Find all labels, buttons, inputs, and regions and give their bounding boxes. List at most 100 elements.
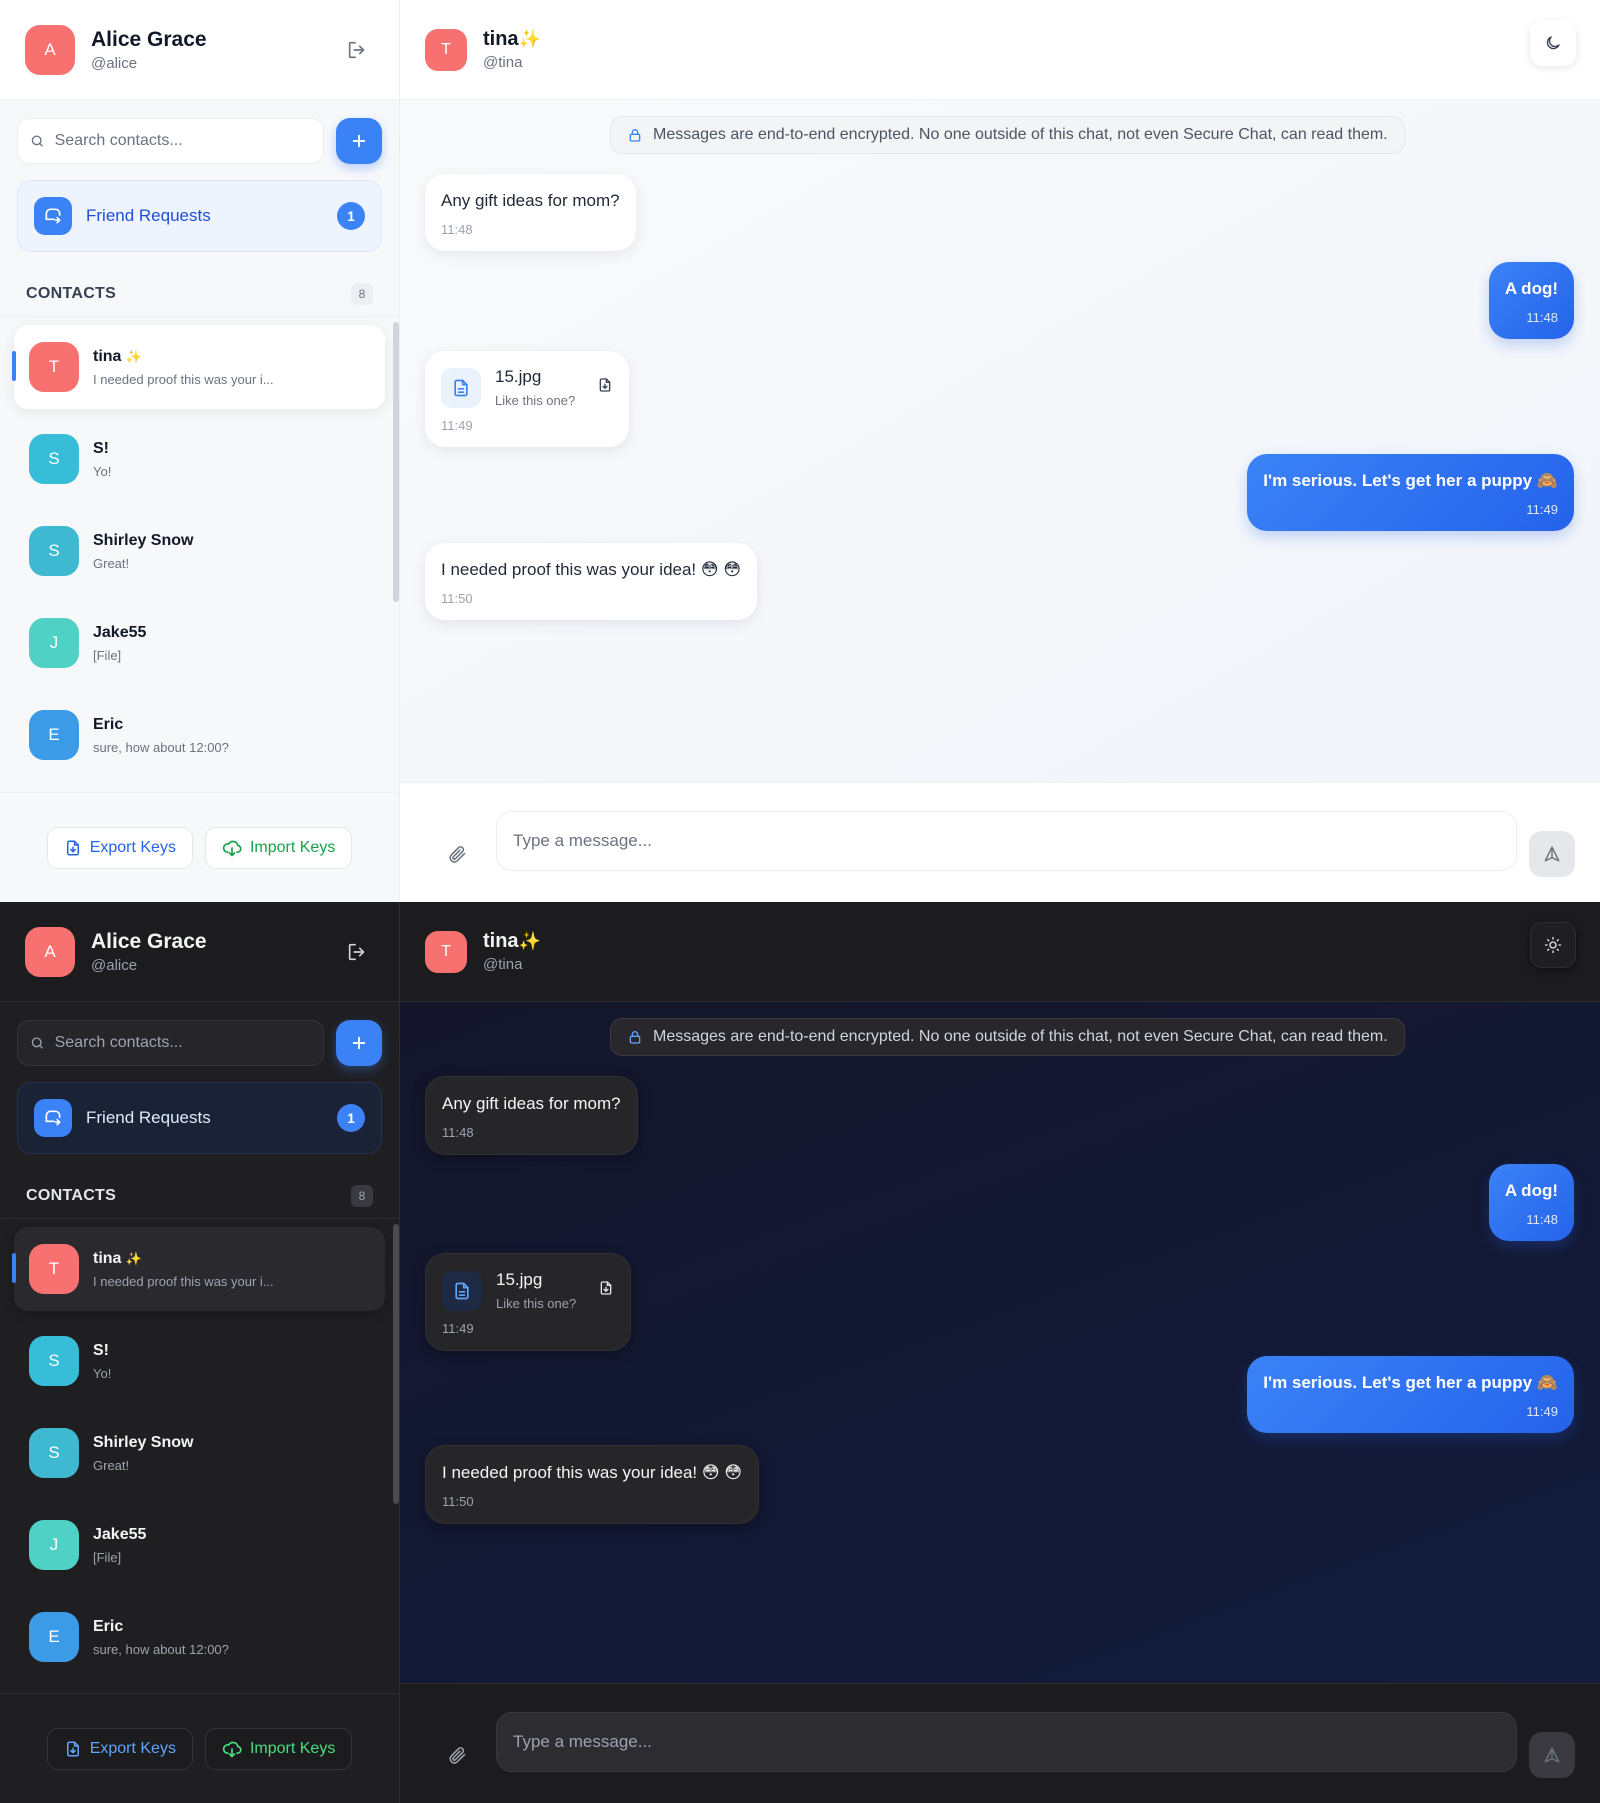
- friend-requests-badge: 1: [337, 1104, 365, 1132]
- contact-item-eric[interactable]: E Eric sure, how about 12:00?: [14, 1595, 385, 1664]
- logout-button[interactable]: [340, 935, 374, 969]
- contacts-header: CONTACTS 8: [0, 1182, 399, 1210]
- friend-requests-icon: [34, 1099, 72, 1137]
- message-bubble[interactable]: Any gift ideas for mom? 11:48: [425, 174, 636, 251]
- send-button[interactable]: [1529, 830, 1575, 877]
- theme-toggle-button[interactable]: [1530, 20, 1576, 66]
- search-input[interactable]: [54, 132, 311, 150]
- contact-preview: Great!: [93, 1457, 130, 1473]
- message-input[interactable]: [496, 1711, 1517, 1772]
- message-text: A dog!: [1504, 1181, 1558, 1200]
- file-name: 15.jpg: [495, 367, 542, 386]
- file-download-icon: [599, 378, 611, 392]
- contact-name: Shirley Snow: [93, 531, 194, 549]
- contact-avatar: S: [29, 526, 79, 576]
- message-bubble[interactable]: A dog! 11:48: [1488, 262, 1574, 339]
- contacts-scrollbar[interactable]: [393, 322, 399, 602]
- user-avatar[interactable]: A: [25, 24, 75, 75]
- message-list[interactable]: Messages are end-to-end encrypted. No on…: [400, 100, 1600, 782]
- contact-item-shirley-snow[interactable]: S Shirley Snow Great!: [14, 1411, 385, 1495]
- friend-requests-label: Friend Requests: [86, 206, 211, 225]
- user-avatar[interactable]: A: [25, 926, 75, 977]
- add-contact-button[interactable]: [336, 118, 382, 164]
- export-keys-button[interactable]: Export Keys: [46, 826, 193, 869]
- composer: [400, 1683, 1600, 1803]
- e2e-notice-text: Messages are end-to-end encrypted. No on…: [653, 1028, 1388, 1045]
- contact-list[interactable]: T tina ✨ I needed proof this was your i..…: [0, 1219, 399, 1664]
- chat-title: tina✨ @tina: [483, 930, 541, 973]
- logout-icon: [348, 943, 365, 960]
- message-bubble[interactable]: I'm serious. Let's get her a puppy 🙈 11:…: [1247, 1356, 1574, 1433]
- message-bubble[interactable]: I'm serious. Let's get her a puppy 🙈 11:…: [1247, 454, 1574, 531]
- message-text: Any gift ideas for mom?: [442, 1094, 621, 1113]
- chat-area: T tina✨ @tina Messages are end-to-end en…: [400, 0, 1600, 902]
- lock-icon: [629, 1031, 641, 1044]
- contact-list[interactable]: T tina ✨ I needed proof this was your i..…: [0, 317, 399, 762]
- friend-requests-button[interactable]: Friend Requests 1: [17, 180, 382, 252]
- contact-item-tina[interactable]: T tina ✨ I needed proof this was your i..…: [12, 325, 385, 409]
- chat-contact-avatar[interactable]: T: [425, 28, 467, 71]
- import-keys-label: Import Keys: [249, 1739, 336, 1757]
- message-bubble[interactable]: Any gift ideas for mom? 11:48: [425, 1076, 638, 1155]
- file-export-icon: [66, 1741, 79, 1756]
- friend-requests-button[interactable]: Friend Requests 1: [17, 1082, 382, 1154]
- cloud-download-icon: [222, 840, 242, 856]
- message-bubble[interactable]: I needed proof this was your idea! 😳 😳 1…: [425, 1445, 760, 1524]
- file-message-bubble[interactable]: 15.jpg Like this one? 11:49: [425, 1253, 632, 1351]
- chat-contact-avatar[interactable]: T: [425, 930, 467, 973]
- contact-preview: Great!: [93, 555, 130, 571]
- contacts-count: 8: [351, 283, 373, 305]
- message-list[interactable]: Messages are end-to-end encrypted. No on…: [400, 1002, 1600, 1683]
- message-text: I'm serious. Let's get her a puppy 🙈: [1263, 1373, 1558, 1392]
- export-keys-button[interactable]: Export Keys: [46, 1727, 193, 1770]
- theme-toggle-button[interactable]: [1530, 922, 1576, 968]
- send-button[interactable]: [1529, 1731, 1575, 1778]
- contact-item-eric[interactable]: E Eric sure, how about 12:00?: [14, 693, 385, 762]
- message-time: 11:49: [1526, 502, 1558, 517]
- chat-header: T tina✨ @tina: [400, 902, 1600, 1002]
- message-time: 11:48: [1526, 310, 1558, 325]
- contact-item-s[interactable]: S S! Yo!: [14, 1319, 385, 1403]
- search-icon: [31, 135, 43, 147]
- message-bubble[interactable]: I needed proof this was your idea! 😳 😳 1…: [425, 543, 758, 620]
- user-header: A Alice Grace @alice: [0, 902, 399, 1002]
- file-name: 15.jpg: [496, 1270, 543, 1289]
- contact-name: tina: [93, 1249, 122, 1267]
- logout-button[interactable]: [340, 33, 374, 67]
- sun-icon: [1544, 936, 1562, 954]
- contact-avatar: S: [29, 1428, 79, 1478]
- contact-preview: Yo!: [93, 463, 112, 479]
- file-download-button[interactable]: [598, 1280, 614, 1301]
- file-message-bubble[interactable]: 15.jpg Like this one? 11:49: [425, 351, 630, 447]
- contacts-title: CONTACTS: [26, 1187, 117, 1204]
- search-row: [0, 100, 399, 164]
- contact-preview: Yo!: [93, 1365, 112, 1381]
- composer: [400, 782, 1600, 902]
- contact-item-tina[interactable]: T tina ✨ I needed proof this was your i..…: [12, 1227, 385, 1311]
- friend-requests-label: Friend Requests: [86, 1108, 211, 1127]
- import-keys-button[interactable]: Import Keys: [204, 1727, 353, 1770]
- import-keys-button[interactable]: Import Keys: [204, 826, 353, 869]
- attach-button[interactable]: [440, 1738, 474, 1772]
- file-download-button[interactable]: [597, 377, 613, 398]
- contact-item-jake55[interactable]: J Jake55 [File]: [14, 601, 385, 685]
- contact-item-jake55[interactable]: J Jake55 [File]: [14, 1503, 385, 1587]
- export-keys-label: Export Keys: [89, 1739, 176, 1757]
- paperclip-icon: [449, 1746, 466, 1764]
- moon-icon: [1546, 36, 1560, 50]
- plus-icon: [352, 134, 366, 148]
- search-input[interactable]: [54, 1034, 311, 1052]
- message-time: 11:50: [442, 1494, 474, 1509]
- contact-item-shirley-snow[interactable]: S Shirley Snow Great!: [14, 509, 385, 593]
- message-input[interactable]: [496, 810, 1517, 871]
- message-text: A dog!: [1504, 279, 1558, 298]
- contacts-scrollbar[interactable]: [393, 1224, 399, 1504]
- add-contact-button[interactable]: [336, 1020, 382, 1066]
- contact-item-s[interactable]: S S! Yo!: [14, 417, 385, 501]
- contact-name: Jake55: [93, 1525, 147, 1543]
- message-bubble[interactable]: A dog! 11:48: [1488, 1164, 1574, 1241]
- file-export-icon: [66, 840, 79, 855]
- user-info: Alice Grace @alice: [91, 28, 340, 72]
- contact-name: S!: [93, 1341, 109, 1359]
- attach-button[interactable]: [440, 837, 474, 871]
